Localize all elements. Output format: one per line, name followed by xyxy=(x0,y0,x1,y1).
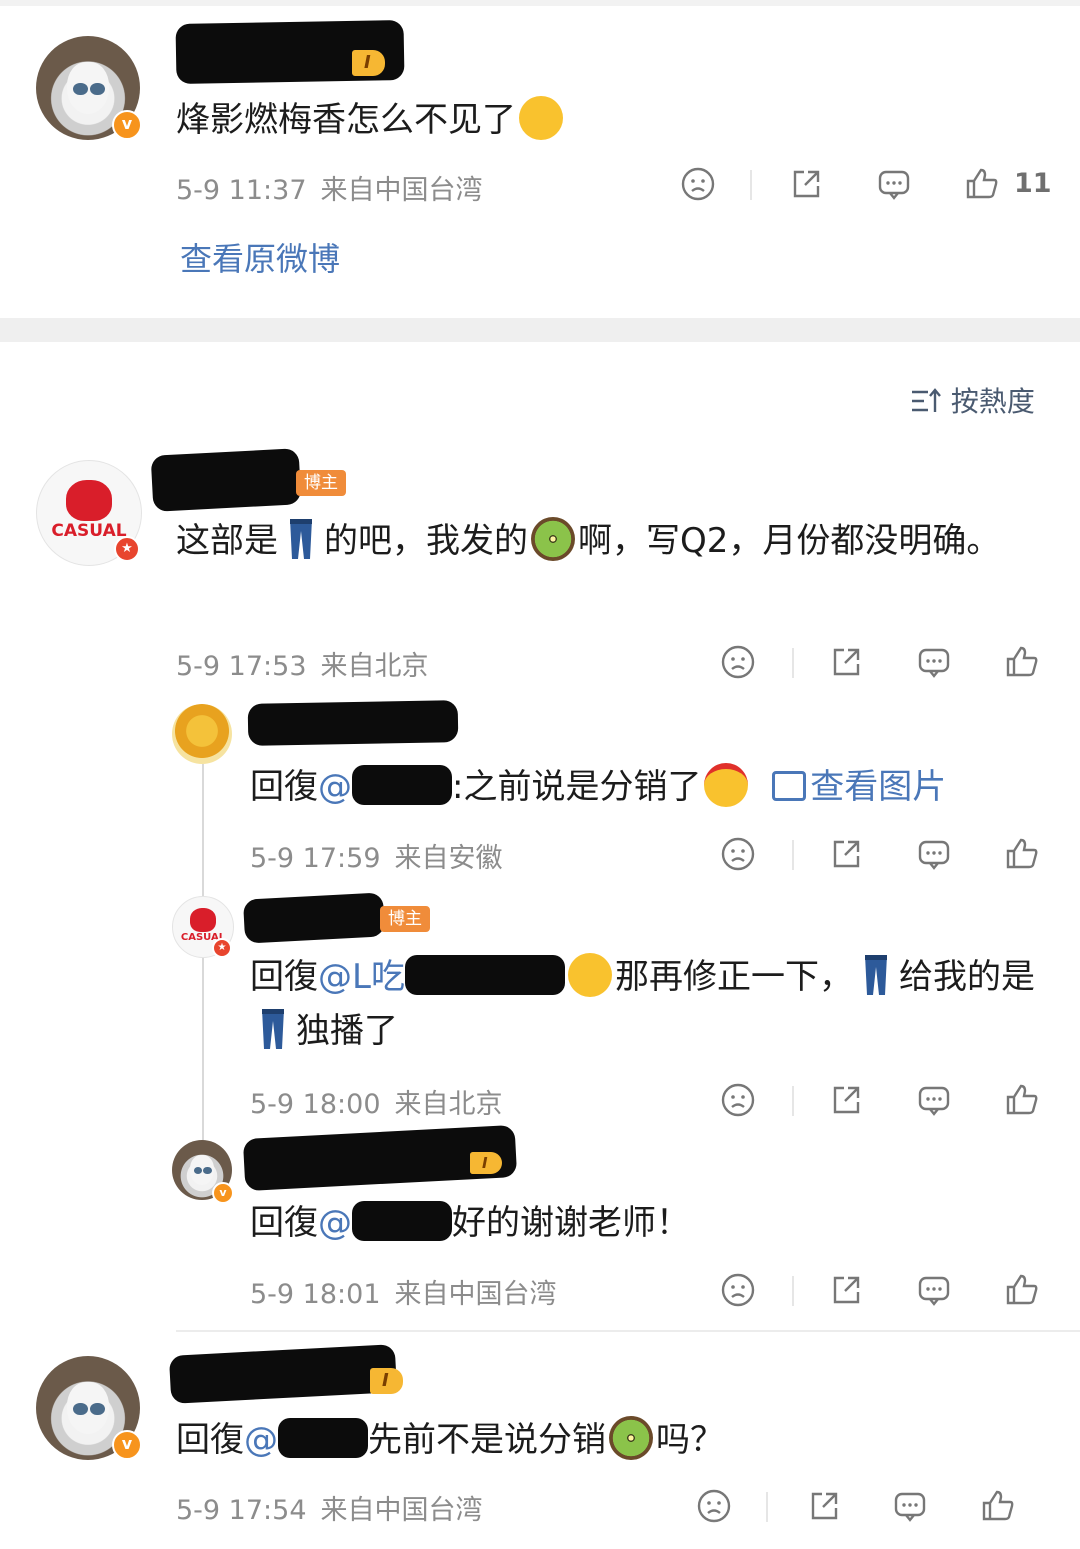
divider xyxy=(792,648,794,678)
comment-icon[interactable] xyxy=(916,1272,952,1308)
comment-content: 回復@ 先前不是说分销 吗？ xyxy=(176,1413,724,1467)
mention-link[interactable]: @L吃 xyxy=(318,957,405,997)
level-label: I xyxy=(382,1370,389,1391)
dislike-face-icon[interactable] xyxy=(720,836,756,872)
redacted-username xyxy=(150,448,302,512)
jeans-icon xyxy=(260,1007,286,1051)
like-count: 11 xyxy=(1014,168,1052,199)
divider xyxy=(750,170,752,200)
post-actions: 11 xyxy=(0,166,1080,206)
sort-label: 按熱度 xyxy=(950,385,1035,418)
sort-icon xyxy=(910,386,942,416)
dislike-face-icon[interactable] xyxy=(720,1272,756,1308)
jeans-icon xyxy=(863,953,889,997)
image-icon xyxy=(772,770,807,801)
view-original-post-link[interactable]: 查看原微博 xyxy=(180,234,340,280)
verified-badge-icon: v xyxy=(112,1430,142,1460)
reply-actions xyxy=(0,836,1080,876)
jeans-icon xyxy=(288,517,314,561)
share-icon[interactable] xyxy=(828,1272,864,1308)
comment-icon[interactable] xyxy=(916,644,952,680)
share-icon[interactable] xyxy=(828,644,864,680)
redacted-mention xyxy=(352,764,452,805)
redacted-mention xyxy=(404,954,565,995)
share-icon[interactable] xyxy=(828,836,864,872)
redacted-username xyxy=(247,700,459,746)
star-badge-icon: ★ xyxy=(114,536,140,562)
redacted-username xyxy=(168,1344,398,1404)
comment-icon[interactable] xyxy=(892,1488,928,1524)
comment-icon[interactable] xyxy=(916,836,952,872)
reply-actions xyxy=(0,1272,1080,1312)
reply-content: 回復@:之前说是分销了 查看图片 xyxy=(250,760,1040,814)
share-icon[interactable] xyxy=(828,1082,864,1118)
thumbs-up-icon[interactable] xyxy=(1004,836,1040,872)
kiwi-emoji xyxy=(609,1415,653,1460)
section-separator xyxy=(0,318,1080,342)
comment-divider xyxy=(176,1330,1080,1332)
thumbs-up-icon[interactable] xyxy=(1004,1272,1040,1308)
dislike-face-icon[interactable] xyxy=(720,644,756,680)
redacted-mention xyxy=(352,1200,452,1241)
sort-control[interactable]: 按熱度 xyxy=(910,380,1035,420)
user-level-badge: I xyxy=(370,1368,403,1394)
dislike-face-icon[interactable] xyxy=(696,1488,732,1524)
view-image-link[interactable]: 查看图片 xyxy=(772,767,946,807)
mention-link[interactable]: @ xyxy=(318,1203,352,1243)
comment-actions xyxy=(0,644,1080,684)
thumbs-up-icon[interactable] xyxy=(1004,644,1040,680)
user-level-badge: I xyxy=(352,50,385,76)
comment-icon[interactable] xyxy=(916,1082,952,1118)
share-icon[interactable] xyxy=(806,1488,842,1524)
blogger-badge: 博主 xyxy=(380,906,430,932)
verified-badge-icon: v xyxy=(112,110,142,140)
mention-link[interactable]: @ xyxy=(244,1420,278,1460)
level-label: I xyxy=(482,1154,488,1172)
user-level-badge: I xyxy=(470,1152,502,1174)
reply-content: 回復@ 好的谢谢老师！ xyxy=(250,1196,690,1250)
reply-actions xyxy=(0,1082,1080,1122)
divider xyxy=(792,840,794,870)
level-label: I xyxy=(364,52,371,73)
star-badge-icon: ★ xyxy=(212,938,232,958)
avatar[interactable] xyxy=(172,704,232,764)
verified-badge-icon: v xyxy=(212,1182,234,1204)
comment-content: 这部是 的吧，我发的 啊，写Q2，月份都没明确。 xyxy=(176,514,1036,568)
divider xyxy=(792,1276,794,1306)
thumbs-up-icon[interactable] xyxy=(964,166,1000,202)
redacted-mention xyxy=(278,1417,368,1458)
redacted-username xyxy=(242,892,386,944)
thinking-emoji xyxy=(567,952,612,997)
kiwi-emoji xyxy=(531,516,575,561)
dislike-face-icon[interactable] xyxy=(680,166,716,202)
post-content: 烽影燃梅香怎么不见了 xyxy=(176,93,566,147)
hug-emoji xyxy=(519,95,563,140)
share-icon[interactable] xyxy=(788,166,824,202)
thumbs-up-icon[interactable] xyxy=(980,1488,1016,1524)
dislike-face-icon[interactable] xyxy=(720,1082,756,1118)
top-border xyxy=(0,0,1080,6)
comment-icon[interactable] xyxy=(876,166,912,202)
mention-link[interactable]: @ xyxy=(318,767,352,807)
thumbs-up-icon[interactable] xyxy=(1004,1082,1040,1118)
blogger-badge: 博主 xyxy=(296,470,346,496)
reply-content: 回復@L吃 那再修正一下， 给我的是独播了 xyxy=(250,950,1050,1058)
divider xyxy=(792,1086,794,1116)
divider xyxy=(766,1492,768,1522)
cheer-emoji xyxy=(704,762,749,807)
bottom-fade xyxy=(0,1520,1080,1549)
